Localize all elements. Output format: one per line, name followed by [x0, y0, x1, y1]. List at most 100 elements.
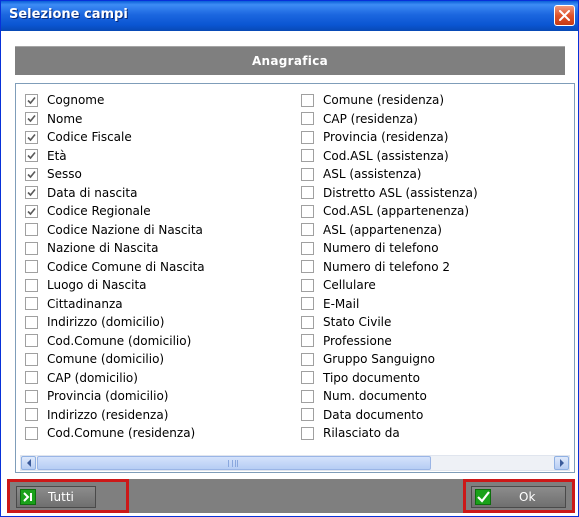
field-checkbox[interactable]	[301, 204, 314, 218]
field-checkbox[interactable]	[301, 408, 314, 422]
field-label: Cellulare	[323, 278, 376, 293]
field-checkbox[interactable]	[301, 315, 314, 329]
horizontal-scrollbar[interactable]	[20, 455, 570, 471]
field-option[interactable]: E-Mail	[301, 295, 478, 314]
field-checkbox[interactable]	[301, 241, 314, 255]
scrollbar-grip	[228, 460, 238, 467]
field-checkbox[interactable]	[25, 186, 38, 200]
field-checkbox[interactable]	[301, 223, 314, 237]
field-label: CAP (residenza)	[323, 111, 418, 126]
field-checkbox[interactable]	[301, 167, 314, 181]
field-option[interactable]: ASL (assistenza)	[301, 165, 478, 184]
field-checkbox[interactable]	[25, 204, 38, 218]
field-option[interactable]: Stato Civile	[301, 313, 478, 332]
field-option[interactable]: Cod.Comune (residenza)	[25, 424, 205, 443]
field-label: Sesso	[47, 167, 82, 182]
field-checkbox[interactable]	[301, 130, 314, 144]
field-option[interactable]: Data di nascita	[25, 184, 205, 203]
field-checkbox[interactable]	[25, 93, 38, 107]
field-option[interactable]: Numero di telefono 2	[301, 258, 478, 277]
field-option[interactable]: Codice Fiscale	[25, 128, 205, 147]
field-option[interactable]: Cod.ASL (appartenenza)	[301, 202, 478, 221]
field-checkbox[interactable]	[301, 352, 314, 366]
field-checkbox[interactable]	[25, 260, 38, 274]
fields-panel: Cognome Nome Codice Fiscale Età Sesso Data di…	[15, 83, 575, 473]
field-option[interactable]: ASL (appartenenza)	[301, 221, 478, 240]
field-checkbox[interactable]	[25, 408, 38, 422]
field-checkbox[interactable]	[301, 149, 314, 163]
field-checkbox[interactable]	[301, 297, 314, 311]
ok-label: Ok	[519, 490, 536, 504]
field-option[interactable]: Numero di telefono	[301, 239, 478, 258]
field-option[interactable]: Provincia (domicilio)	[25, 387, 205, 406]
field-label: Data di nascita	[47, 185, 138, 200]
field-checkbox[interactable]	[25, 223, 38, 237]
field-checkbox[interactable]	[301, 389, 314, 403]
field-checkbox[interactable]	[301, 371, 314, 385]
field-checkbox[interactable]	[25, 352, 38, 366]
field-option[interactable]: Gruppo Sanguigno	[301, 350, 478, 369]
field-checkbox[interactable]	[301, 186, 314, 200]
field-option[interactable]: Luogo di Nascita	[25, 276, 205, 295]
ok-button[interactable]: Ok	[471, 486, 566, 508]
field-checkbox[interactable]	[301, 334, 314, 348]
field-option[interactable]: Indirizzo (domicilio)	[25, 313, 205, 332]
field-option[interactable]: CAP (residenza)	[301, 110, 478, 129]
field-option[interactable]: Cod.ASL (assistenza)	[301, 147, 478, 166]
field-checkbox[interactable]	[301, 278, 314, 292]
field-checkbox[interactable]	[301, 112, 314, 126]
field-checkbox[interactable]	[25, 315, 38, 329]
field-checkbox[interactable]	[25, 371, 38, 385]
checkmark-icon	[27, 170, 36, 178]
select-all-button[interactable]: Tutti	[16, 486, 96, 508]
field-option[interactable]: Nome	[25, 110, 205, 129]
field-checkbox[interactable]	[301, 426, 314, 440]
field-label: Cittadinanza	[47, 296, 123, 311]
field-label: Numero di telefono	[323, 241, 439, 256]
title-bar[interactable]: Selezione campi	[1, 1, 578, 31]
field-option[interactable]: Data documento	[301, 406, 478, 425]
scrollbar-thumb[interactable]	[37, 456, 431, 470]
field-option[interactable]: Indirizzo (residenza)	[25, 406, 205, 425]
field-label: Professione	[323, 333, 392, 348]
scroll-left-button[interactable]	[21, 456, 36, 470]
field-checkbox[interactable]	[25, 297, 38, 311]
field-option[interactable]: Codice Comune di Nascita	[25, 258, 205, 277]
field-option[interactable]: Comune (domicilio)	[25, 350, 205, 369]
field-option[interactable]: Cittadinanza	[25, 295, 205, 314]
field-option[interactable]: Codice Nazione di Nascita	[25, 221, 205, 240]
field-option[interactable]: CAP (domicilio)	[25, 369, 205, 388]
field-checkbox[interactable]	[25, 112, 38, 126]
field-option[interactable]: Professione	[301, 332, 478, 351]
field-option[interactable]: Distretto ASL (assistenza)	[301, 184, 478, 203]
field-checkbox[interactable]	[25, 389, 38, 403]
field-option[interactable]: Num. documento	[301, 387, 478, 406]
field-label: Indirizzo (residenza)	[47, 407, 169, 422]
checkmark-icon	[27, 133, 36, 141]
field-option[interactable]: Sesso	[25, 165, 205, 184]
field-checkbox[interactable]	[25, 149, 38, 163]
field-option[interactable]: Età	[25, 147, 205, 166]
close-button[interactable]	[554, 5, 575, 26]
field-checkbox[interactable]	[301, 260, 314, 274]
field-option[interactable]: Cod.Comune (domicilio)	[25, 332, 205, 351]
field-checkbox[interactable]	[25, 167, 38, 181]
field-checkbox[interactable]	[25, 426, 38, 440]
field-option[interactable]: Cellulare	[301, 276, 478, 295]
field-checkbox[interactable]	[301, 93, 314, 107]
field-checkbox[interactable]	[25, 278, 38, 292]
field-option[interactable]: Tipo documento	[301, 369, 478, 388]
field-checkbox[interactable]	[25, 241, 38, 255]
field-option[interactable]: Codice Regionale	[25, 202, 205, 221]
field-option[interactable]: Nazione di Nascita	[25, 239, 205, 258]
field-option[interactable]: Comune (residenza)	[301, 91, 478, 110]
field-option[interactable]: Cognome	[25, 91, 205, 110]
field-option[interactable]: Provincia (residenza)	[301, 128, 478, 147]
checkmark-icon	[27, 152, 36, 160]
section-header: Anagrafica	[15, 46, 565, 75]
scroll-right-button[interactable]	[554, 456, 569, 470]
field-option[interactable]: Rilasciato da	[301, 424, 478, 443]
field-checkbox[interactable]	[25, 334, 38, 348]
field-checkbox[interactable]	[25, 130, 38, 144]
select-all-icon	[20, 489, 36, 505]
